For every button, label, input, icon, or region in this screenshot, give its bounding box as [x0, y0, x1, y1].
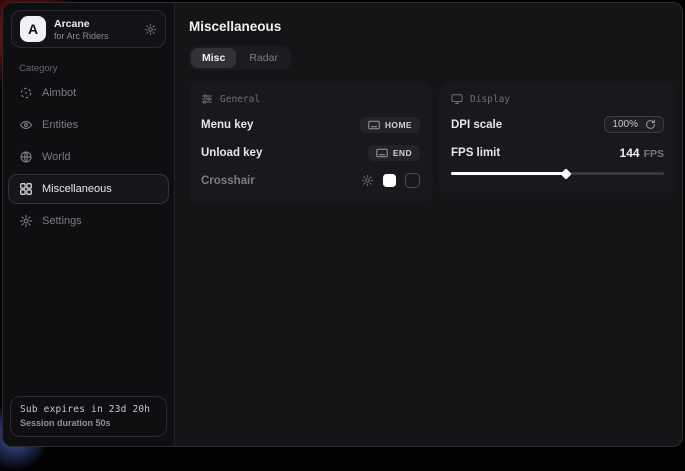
sidebar-item-miscellaneous[interactable]: Miscellaneous: [8, 174, 169, 204]
tab-radar[interactable]: Radar: [238, 48, 289, 68]
fps-slider-thumb[interactable]: [560, 168, 571, 179]
general-card-title: General: [220, 94, 260, 105]
app-logo: A: [20, 16, 46, 42]
crosshair-label: Crosshair: [201, 175, 255, 187]
unload-key-bind-button[interactable]: END: [368, 145, 420, 161]
sub-expiry-text: Sub expires in 23d 20h: [20, 404, 157, 415]
app-subtitle: for Arc Riders: [54, 31, 109, 41]
dpi-scale-label: DPI scale: [451, 119, 502, 131]
dpi-scale-input[interactable]: 100%: [604, 116, 664, 133]
sidebar: A Arcane for Arc Riders Category Aimbot: [3, 3, 175, 446]
app-name: Arcane: [54, 18, 109, 30]
menu-key-bind-button[interactable]: HOME: [360, 117, 420, 133]
keyboard-icon: [376, 148, 388, 158]
general-card-header: General: [201, 93, 420, 105]
display-card-header: Display: [451, 93, 664, 105]
fps-limit-label: FPS limit: [451, 147, 500, 159]
cards-row: General Menu key HOME Unload key: [189, 83, 676, 203]
unload-key-label: Unload key: [201, 147, 262, 159]
keyboard-icon: [368, 120, 380, 130]
fps-number: 144: [620, 146, 640, 160]
crosshair-row: Crosshair: [201, 172, 420, 189]
display-card: Display DPI scale 100% FPS limit 144: [439, 83, 676, 193]
dpi-scale-row: DPI scale 100%: [451, 116, 664, 133]
page-title: Miscellaneous: [189, 19, 676, 34]
sidebar-item-label: Settings: [42, 215, 82, 227]
brand-gear-icon[interactable]: [144, 23, 157, 36]
unload-key-value: END: [393, 148, 412, 158]
sidebar-item-settings[interactable]: Settings: [8, 206, 169, 236]
menu-key-value: HOME: [385, 120, 412, 130]
session-duration-text: Session duration 50s: [20, 418, 157, 428]
sidebar-item-world[interactable]: World: [8, 142, 169, 172]
dpi-scale-value: 100%: [612, 119, 638, 130]
sidebar-item-label: Aimbot: [42, 87, 76, 99]
fps-slider[interactable]: [451, 168, 664, 179]
subscription-info-card: Sub expires in 23d 20h Session duration …: [10, 396, 167, 437]
sidebar-item-aimbot[interactable]: Aimbot: [8, 78, 169, 108]
unload-key-row: Unload key END: [201, 144, 420, 161]
display-card-title: Display: [470, 94, 510, 105]
crosshair-controls: [361, 173, 420, 188]
fps-unit: FPS: [644, 148, 664, 160]
monitor-icon: [451, 93, 463, 105]
tab-misc[interactable]: Misc: [191, 48, 236, 68]
crosshair-enable-checkbox[interactable]: [405, 173, 420, 188]
menu-key-row: Menu key HOME: [201, 116, 420, 133]
globe-icon: [19, 150, 33, 164]
grid-icon: [19, 182, 33, 196]
dpi-reset-icon[interactable]: [645, 119, 656, 130]
sidebar-item-label: Entities: [42, 119, 78, 131]
sidebar-item-label: Miscellaneous: [42, 183, 112, 195]
tab-bar: Misc Radar: [189, 46, 291, 70]
brand-text: Arcane for Arc Riders: [54, 18, 109, 41]
sidebar-nav: Aimbot Entities World Miscellaneous: [3, 77, 174, 237]
eye-icon: [19, 118, 33, 132]
category-label: Category: [19, 63, 174, 74]
crosshair-color-swatch[interactable]: [383, 174, 396, 187]
fps-limit-row: FPS limit 144 FPS: [451, 144, 664, 161]
sidebar-item-entities[interactable]: Entities: [8, 110, 169, 140]
crosshair-icon: [19, 86, 33, 100]
gear-icon: [19, 214, 33, 228]
sliders-icon: [201, 93, 213, 105]
crosshair-settings-gear-icon[interactable]: [361, 174, 374, 187]
general-card: General Menu key HOME Unload key: [189, 83, 432, 203]
fps-slider-fill: [451, 172, 566, 175]
fps-limit-value: 144 FPS: [620, 146, 664, 160]
brand-card: A Arcane for Arc Riders: [11, 10, 166, 48]
main-content: Miscellaneous Misc Radar General Menu ke…: [175, 3, 683, 446]
sidebar-item-label: World: [42, 151, 71, 163]
menu-key-label: Menu key: [201, 119, 253, 131]
app-window: A Arcane for Arc Riders Category Aimbot: [2, 2, 683, 447]
